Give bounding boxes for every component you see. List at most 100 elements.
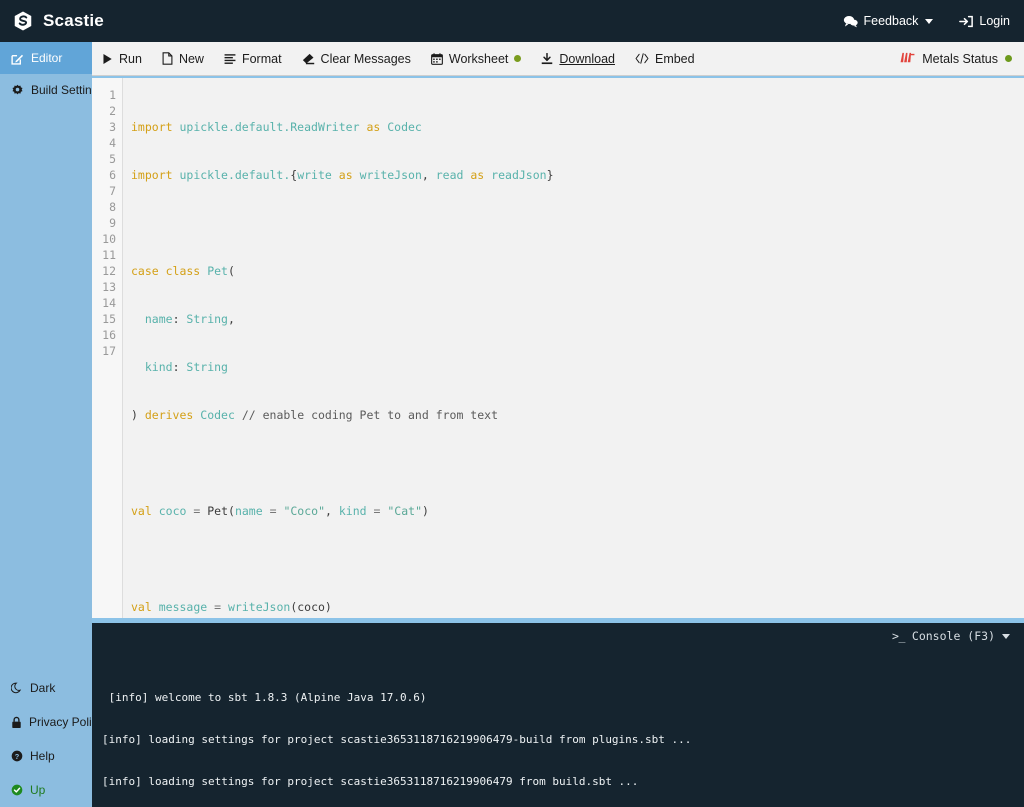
sign-in-icon — [959, 15, 974, 28]
line-number: 7 — [109, 184, 116, 198]
code-line: kind: String — [144, 360, 228, 374]
console-line: [info] welcome to sbt 1.8.3 (Alpine Java… — [102, 691, 427, 704]
sidebar-item-status-up[interactable]: Up — [0, 773, 92, 807]
clear-messages-label: Clear Messages — [320, 51, 411, 66]
line-number: 5 — [109, 152, 116, 166]
line-number: 11 — [102, 248, 116, 262]
new-button[interactable]: New — [162, 52, 204, 66]
line-number: 1 — [109, 88, 116, 102]
check-circle-icon — [11, 784, 23, 796]
chevron-down-icon — [1002, 633, 1010, 639]
main-area: Run New Format Clear Messages Worksheet … — [92, 42, 1024, 807]
gear-icon — [11, 84, 24, 97]
file-icon — [162, 52, 173, 65]
code-editor[interactable]: 1 2 3 4 5 6 7 8 9 10 11 12 13 14 15 16 1… — [92, 78, 1024, 618]
play-icon — [102, 53, 113, 65]
code-line: case class Pet( — [131, 264, 235, 278]
code-brackets-icon — [635, 53, 649, 64]
download-icon — [541, 52, 553, 65]
console-toggle[interactable]: >_ Console (F3) — [92, 623, 1024, 649]
code-content[interactable]: import upickle.default.ReadWriter as Cod… — [123, 78, 1024, 618]
brand[interactable]: Scastie — [12, 10, 104, 32]
clear-messages-button[interactable]: Clear Messages — [302, 52, 411, 66]
eraser-icon — [302, 53, 315, 65]
console-output: [info] welcome to sbt 1.8.3 (Alpine Java… — [92, 649, 1024, 807]
feedback-menu[interactable]: Feedback — [843, 14, 934, 28]
line-number: 3 — [109, 120, 116, 134]
line-number-gutter: 1 2 3 4 5 6 7 8 9 10 11 12 13 14 15 16 1… — [92, 78, 123, 618]
sidebar-item-help[interactable]: ? Help — [0, 739, 92, 773]
embed-button[interactable]: Embed — [635, 52, 695, 66]
worksheet-status-dot — [514, 55, 522, 62]
terminal-prompt-icon: >_ — [892, 629, 905, 643]
console-title: Console (F3) — [911, 629, 995, 643]
editor-toolbar: Run New Format Clear Messages Worksheet … — [92, 42, 1024, 76]
comment-icon — [843, 15, 858, 28]
feedback-label: Feedback — [863, 14, 919, 28]
code-line: name: String, — [144, 312, 235, 326]
metals-logo-icon — [900, 51, 915, 67]
scastie-hexagon-s-logo-icon — [12, 10, 34, 32]
metals-status-label: Metals Status — [922, 51, 998, 66]
body: Editor Build Settings Dark Privacy Polic… — [0, 42, 1024, 807]
sidebar-item-dark[interactable]: Dark — [0, 671, 92, 705]
embed-label: Embed — [654, 51, 695, 66]
worksheet-toggle[interactable]: Worksheet — [430, 51, 522, 66]
line-number: 4 — [109, 136, 116, 150]
app-root: Scastie Feedback Login Editor Build Sett… — [0, 0, 1024, 807]
sidebar-item-dark-label: Dark — [30, 681, 56, 695]
header-actions: Feedback Login — [843, 14, 1010, 28]
line-number: 13 — [102, 280, 116, 294]
sidebar-item-editor-label: Editor — [31, 51, 63, 65]
align-justify-icon — [224, 53, 236, 65]
console-line: [info] loading settings for project scas… — [102, 733, 692, 746]
line-number: 17 — [102, 344, 116, 358]
line-number: 2 — [109, 104, 116, 118]
line-number: 6 — [109, 168, 116, 182]
line-number: 15 — [102, 312, 116, 326]
metals-status-dot — [1005, 55, 1012, 62]
svg-text:?: ? — [15, 752, 20, 761]
worksheet-label: Worksheet — [448, 51, 509, 66]
login-label: Login — [979, 14, 1010, 28]
code-line: val message = writeJson(coco) — [131, 600, 332, 614]
download-button[interactable]: Download — [541, 52, 615, 66]
run-label: Run — [119, 51, 142, 66]
code-line: import upickle.default.ReadWriter as Cod… — [131, 120, 422, 134]
metals-status[interactable]: Metals Status — [900, 51, 1012, 67]
sidebar: Editor Build Settings Dark Privacy Polic… — [0, 42, 104, 807]
sidebar-bottom: Dark Privacy Policy ? Help Up — [0, 671, 104, 807]
editor-panel: 1 2 3 4 5 6 7 8 9 10 11 12 13 14 15 16 1… — [92, 76, 1024, 618]
line-number: 12 — [102, 264, 116, 278]
code-line: val coco = Pet(name = "Coco", kind = "Ca… — [131, 504, 429, 518]
line-number: 16 — [102, 328, 116, 342]
line-number: 10 — [102, 232, 116, 246]
sidebar-item-privacy-policy[interactable]: Privacy Policy — [0, 705, 104, 739]
calendar-icon — [430, 52, 443, 65]
run-button[interactable]: Run — [102, 52, 142, 66]
sidebar-item-status-up-label: Up — [30, 783, 46, 797]
login-button[interactable]: Login — [959, 14, 1010, 28]
brand-name: Scastie — [43, 11, 104, 30]
pencil-square-icon — [11, 52, 24, 65]
moon-icon — [11, 682, 23, 694]
toolbar-buttons: Run New Format Clear Messages Worksheet … — [102, 52, 695, 66]
question-circle-icon: ? — [11, 750, 23, 762]
format-label: Format — [241, 51, 282, 66]
format-button[interactable]: Format — [224, 52, 282, 66]
download-label: Download — [559, 51, 615, 66]
console-line: [info] loading settings for project scas… — [102, 775, 639, 788]
lock-icon — [11, 716, 22, 729]
sidebar-item-help-label: Help — [30, 749, 55, 763]
sidebar-item-editor[interactable]: Editor — [0, 42, 92, 74]
line-number: 9 — [109, 216, 116, 230]
sidebar-item-build-settings[interactable]: Build Settings — [0, 74, 104, 106]
new-label: New — [178, 51, 204, 66]
code-line: ) derives Codec // enable coding Pet to … — [131, 408, 499, 422]
line-number: 8 — [109, 200, 116, 214]
line-number: 14 — [102, 296, 116, 310]
code-line: import upickle.default.{write as writeJs… — [131, 168, 554, 182]
